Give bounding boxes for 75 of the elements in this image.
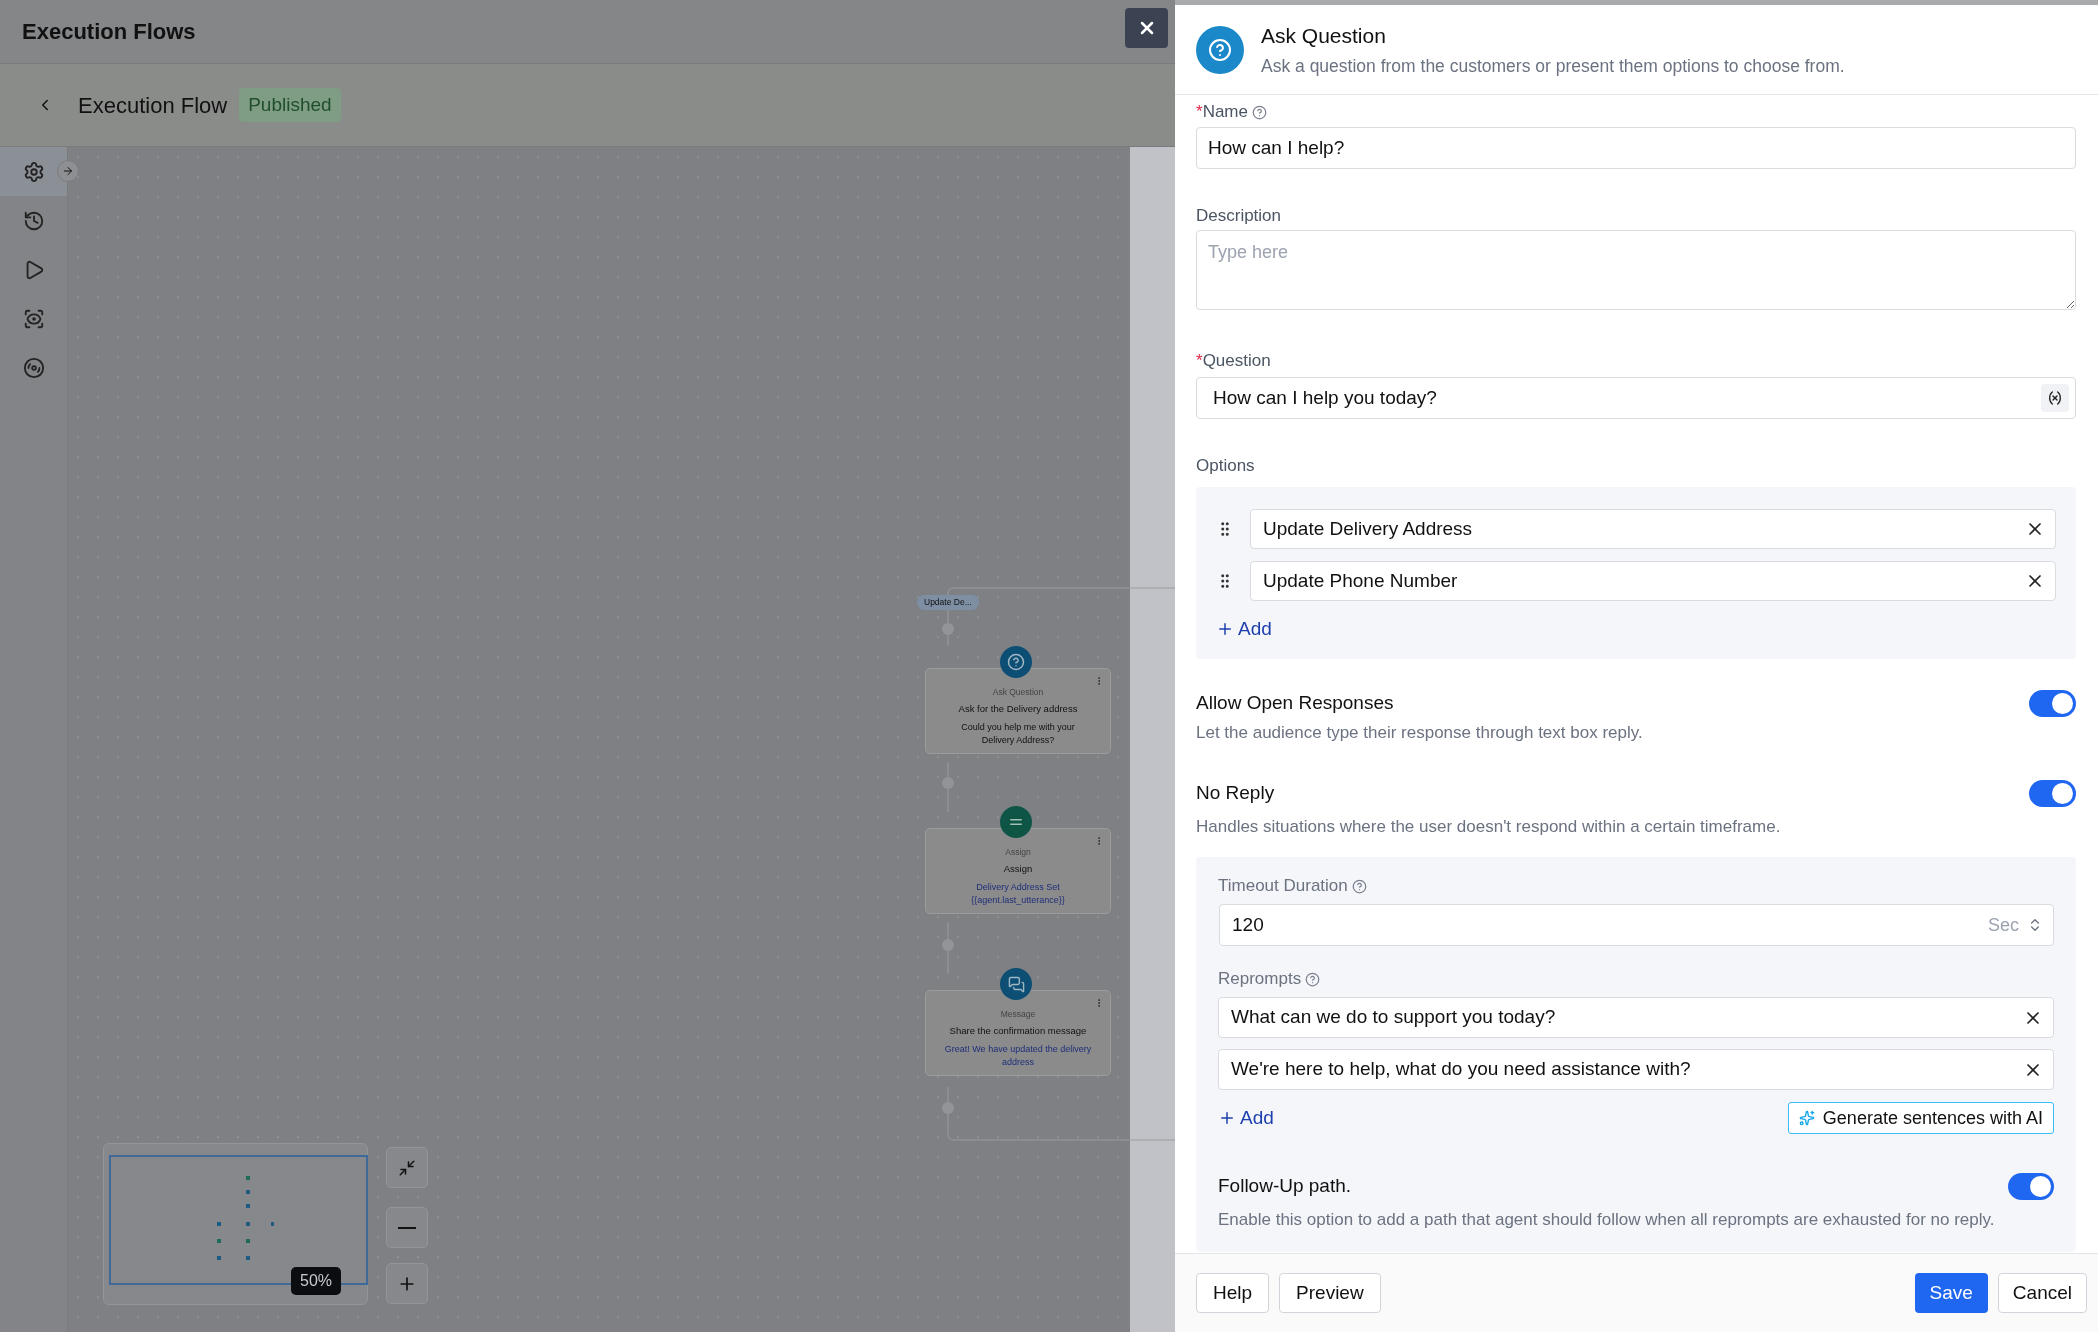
toggle-switch[interactable] [2029, 689, 2076, 717]
node-body: Delivery Address Set {{agent.last_utterance}} [970, 881, 1066, 907]
flow-node-card[interactable]: Ask Question Ask for the Delivery address Could you help me with your Delivery Address? [925, 668, 1111, 754]
variable-button[interactable] [2041, 384, 2069, 412]
zoom-in-button[interactable] [386, 1263, 428, 1304]
panel-title: Ask Question [1261, 22, 1387, 49]
disc-icon [22, 356, 45, 379]
node-type: Ask Question [992, 686, 1044, 699]
sparkles-icon [1798, 1110, 1815, 1126]
generate-ai-button[interactable]: Generate sentences with AI [1787, 1102, 2054, 1134]
reprompt-field[interactable]: We're here to help, what do you need assistance with? [1218, 1049, 2054, 1090]
node-title: Share the confirmation message [949, 1023, 1087, 1038]
close-button[interactable] [1125, 8, 1168, 48]
minus-icon [398, 1226, 416, 1229]
required-mark: * [1196, 350, 1203, 373]
node-body: Great! We have updated the delivery address [944, 1043, 1092, 1069]
question-mark-icon [1007, 653, 1025, 671]
node-body: Could you help me with your Delivery Address? [960, 721, 1076, 747]
option-field[interactable]: Update Delivery Address [1250, 509, 2056, 549]
field-label: Reprompts [1218, 968, 1302, 991]
cancel-button[interactable]: Cancel [1997, 1273, 2087, 1313]
add-option-button[interactable]: Add [1216, 615, 1272, 644]
option-field[interactable]: Update Phone Number [1250, 561, 2056, 601]
section-description: Handles situations where the user doesn't respond within a certain timeframe. [1196, 815, 1782, 838]
section-description: Enable this option to add a path that agent should follow when all reprompts are exhausted for no reply. [1218, 1208, 1996, 1231]
zoom-level: 50% [291, 1267, 342, 1295]
question-mark-icon [1208, 37, 1232, 62]
section-title: Allow Open Responses [1196, 691, 1394, 715]
question-field[interactable]: How can I help you today? [1196, 377, 2076, 419]
history-icon [22, 209, 45, 232]
name-field[interactable]: How can I help? [1196, 127, 2076, 169]
fit-view-button[interactable] [386, 1147, 428, 1188]
node-title: Assign [1003, 861, 1033, 876]
sidebar-tab[interactable] [0, 147, 67, 196]
help-icon [1305, 971, 1321, 987]
timeout-field[interactable]: 120 Sec [1219, 904, 2054, 946]
section-title: No Reply [1196, 781, 1275, 805]
flow-node-card[interactable]: Message Share the confirmation message Great! We have updated the delivery address [925, 990, 1111, 1076]
settings-icon [22, 160, 45, 183]
section-title: Follow-Up path. [1218, 1174, 1352, 1198]
arrow-right-icon [62, 165, 74, 177]
field-label: Name [1202, 101, 1248, 124]
footer-button[interactable]: Preview [1279, 1273, 1381, 1313]
help-icon [1351, 878, 1367, 894]
field-label: Question [1202, 350, 1271, 373]
variable-icon [2047, 390, 2063, 406]
minimap[interactable]: 50% [103, 1143, 368, 1305]
section-description: Let the audience type their response through text box reply. [1196, 721, 1644, 744]
toggle-switch[interactable] [2008, 1172, 2054, 1200]
description-field[interactable]: Type here [1196, 230, 2076, 310]
node-type: Message [1000, 1008, 1036, 1021]
app-title: Execution Flows [22, 18, 196, 46]
add-reprompt-button[interactable]: Add [1218, 1103, 1274, 1133]
footer-button[interactable]: Help [1196, 1273, 1270, 1313]
unit-label: Sec [1987, 913, 2019, 937]
chat-bubbles-icon [1007, 975, 1025, 993]
node-title: Ask for the Delivery address [958, 701, 1078, 716]
status-badge: Published [239, 87, 341, 123]
required-mark: * [1196, 101, 1203, 124]
panel-subtitle: Ask a question from the customers or present them options to choose from. [1261, 55, 1845, 79]
field-label: Options [1196, 455, 1255, 478]
node-type: Assign [1005, 846, 1031, 859]
toggle-switch[interactable] [2029, 779, 2076, 807]
field-label: Timeout Duration [1218, 875, 1348, 898]
help-icon [1252, 104, 1267, 120]
branch-label: Update De... [917, 595, 979, 610]
field-label: Description [1196, 205, 1282, 228]
plus-icon [1218, 1109, 1236, 1127]
zoom-out-button[interactable] [386, 1207, 428, 1248]
flow-title: Execution Flow [78, 91, 228, 120]
reprompt-field[interactable]: What can we do to support you today? [1218, 997, 2054, 1038]
shrink-arrows-icon [398, 1158, 416, 1177]
save-button[interactable]: Save [1914, 1273, 1988, 1313]
scan-eye-icon [22, 307, 45, 330]
flow-node-card[interactable]: Assign Assign Delivery Address Set {{agent.last_utterance}} [925, 828, 1111, 914]
